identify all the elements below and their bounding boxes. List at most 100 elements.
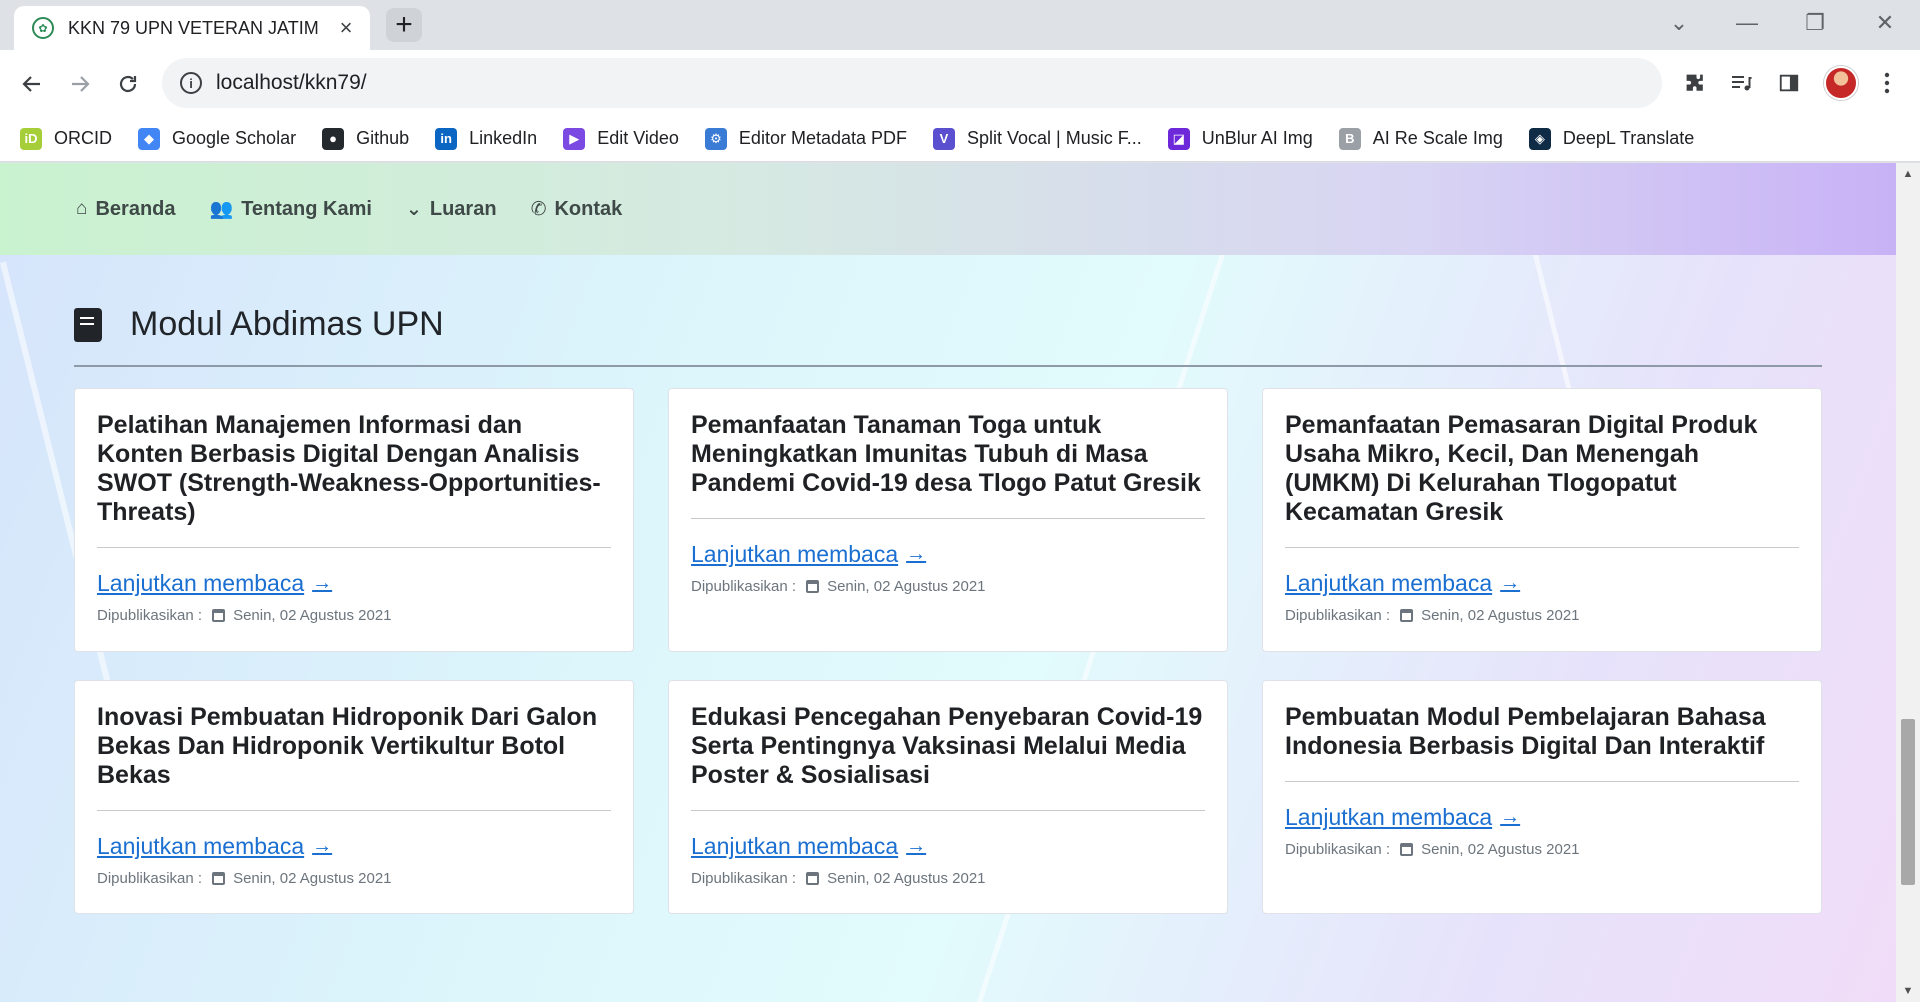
read-more-link[interactable]: Lanjutkan membaca →: [691, 541, 926, 568]
tab-close-button[interactable]: ×: [334, 15, 358, 41]
scroll-down-arrow-icon[interactable]: ▼: [1896, 980, 1920, 1002]
card-divider: [691, 518, 1205, 519]
github-icon: ●: [322, 127, 345, 150]
published-label: Dipublikasikan :: [97, 607, 203, 624]
card-title[interactable]: Pembuatan Modul Pembelajaran Bahasa Indo…: [1285, 703, 1799, 761]
bookmark-item[interactable]: ◪ UnBlur AI Img: [1167, 127, 1313, 150]
read-more-link[interactable]: Lanjutkan membaca →: [97, 833, 332, 860]
read-more-link[interactable]: Lanjutkan membaca →: [1285, 804, 1520, 831]
scroll-up-arrow-icon[interactable]: ▲: [1896, 163, 1920, 185]
section-divider: [74, 365, 1822, 367]
card-title[interactable]: Pelatihan Manajemen Informasi dan Konten…: [97, 411, 611, 527]
published-label: Dipublikasikan :: [691, 870, 797, 887]
bookmark-item[interactable]: ◆ Google Scholar: [138, 127, 296, 150]
url-text[interactable]: localhost/kkn79/: [216, 71, 367, 95]
calendar-icon: [212, 609, 226, 622]
article-card: Pemanfaatan Tanaman Toga untuk Meningkat…: [668, 388, 1228, 652]
card-meta: Dipublikasikan : Senin, 02 Agustus 2021: [691, 578, 1205, 595]
site-nav-label: Kontak: [554, 197, 623, 220]
close-window-button[interactable]: ✕: [1860, 8, 1910, 38]
published-label: Dipublikasikan :: [1285, 607, 1391, 624]
site-nav-label: Luaran: [429, 197, 497, 220]
extensions-icon[interactable]: [1680, 68, 1710, 98]
bookmark-item[interactable]: ◈ DeepL Translate: [1528, 127, 1694, 150]
page-scrollbar[interactable]: ▲ ▼: [1896, 163, 1920, 1002]
card-title[interactable]: Inovasi Pembuatan Hidroponik Dari Galon …: [97, 703, 611, 790]
site-info-icon[interactable]: i: [180, 72, 202, 94]
scroll-thumb[interactable]: [1901, 719, 1915, 885]
bookmark-item[interactable]: in LinkedIn: [435, 127, 538, 150]
calendar-icon: [212, 872, 226, 885]
chevron-down-icon: ⌄: [405, 198, 422, 220]
tab-search-button[interactable]: ⌄: [1654, 8, 1704, 38]
side-panel-icon[interactable]: [1774, 68, 1804, 98]
rescale-icon: B: [1338, 127, 1361, 150]
card-title[interactable]: Pemanfaatan Tanaman Toga untuk Meningkat…: [691, 411, 1205, 498]
published-label: Dipublikasikan :: [691, 578, 797, 595]
reload-button[interactable]: [108, 64, 148, 104]
profile-avatar[interactable]: [1824, 66, 1858, 100]
card-meta: Dipublikasikan : Senin, 02 Agustus 2021: [1285, 607, 1799, 624]
card-meta: Dipublikasikan : Senin, 02 Agustus 2021: [97, 607, 611, 624]
back-button[interactable]: [12, 64, 52, 104]
published-date: Senin, 02 Agustus 2021: [233, 870, 392, 887]
browser-tab[interactable]: ✿ KKN 79 UPN VETERAN JATIM ×: [14, 6, 370, 50]
read-more-link[interactable]: Lanjutkan membaca →: [97, 570, 332, 597]
published-date: Senin, 02 Agustus 2021: [1421, 841, 1580, 858]
read-more-label: Lanjutkan membaca: [97, 570, 305, 596]
article-card: Pemanfaatan Pemasaran Digital Produk Usa…: [1262, 388, 1822, 652]
bookmark-label: UnBlur AI Img: [1201, 128, 1313, 148]
users-icon: 👥: [209, 199, 234, 220]
card-meta: Dipublikasikan : Senin, 02 Agustus 2021: [1285, 841, 1799, 858]
arrow-right-icon: →: [312, 572, 333, 594]
site-navbar: ⌂ Beranda 👥 Tentang Kami ⌄ Luaran ✆ Kontak: [0, 163, 1896, 255]
minimize-button[interactable]: —: [1722, 8, 1772, 38]
restore-button[interactable]: ❐: [1790, 8, 1840, 38]
arrow-left-icon: [22, 76, 40, 92]
arrow-right-icon: →: [1500, 572, 1521, 594]
site-nav-label: Beranda: [95, 197, 176, 220]
section-header: Modul Abdimas UPN: [74, 305, 444, 344]
card-title[interactable]: Pemanfaatan Pemasaran Digital Produk Usa…: [1285, 411, 1799, 527]
arrow-right-icon: →: [1500, 806, 1521, 828]
bookmark-item[interactable]: ⚙ Editor Metadata PDF: [704, 127, 907, 150]
read-more-link[interactable]: Lanjutkan membaca →: [691, 833, 926, 860]
split-vocal-icon: V: [933, 127, 955, 150]
bookmark-label: LinkedIn: [469, 128, 538, 148]
card-title[interactable]: Edukasi Pencegahan Penyebaran Covid-19 S…: [691, 703, 1205, 790]
bookmark-item[interactable]: V Split Vocal | Music F...: [933, 127, 1142, 150]
bookmark-item[interactable]: ● Github: [322, 127, 410, 150]
browser-toolbar: i localhost/kkn79/: [0, 50, 1920, 145]
site-nav-item[interactable]: ⌄ Luaran: [406, 198, 497, 221]
arrow-right-icon: →: [312, 835, 333, 857]
menu-kebab-icon[interactable]: [1872, 68, 1902, 98]
read-more-label: Lanjutkan membaca: [1285, 804, 1493, 830]
site-nav-item[interactable]: ✆ Kontak: [531, 198, 623, 221]
site-nav-item[interactable]: ⌂ Beranda: [76, 198, 176, 221]
metadata-pdf-icon: ⚙: [704, 127, 727, 150]
address-bar[interactable]: i localhost/kkn79/: [162, 58, 1662, 108]
site-nav-item[interactable]: 👥 Tentang Kami: [210, 197, 372, 221]
new-tab-button[interactable]: +: [386, 8, 422, 42]
card-meta: Dipublikasikan : Senin, 02 Agustus 2021: [97, 870, 611, 887]
bookmark-item[interactable]: B AI Re Scale Img: [1338, 127, 1503, 150]
phone-icon: ✆: [530, 198, 547, 220]
article-card: Inovasi Pembuatan Hidroponik Dari Galon …: [74, 680, 634, 914]
bookmark-label: Github: [356, 128, 410, 148]
article-card: Pelatihan Manajemen Informasi dan Konten…: [74, 388, 634, 652]
read-more-link[interactable]: Lanjutkan membaca →: [1285, 570, 1520, 597]
bookmark-label: Edit Video: [597, 128, 679, 148]
media-control-icon[interactable]: [1726, 68, 1756, 98]
page-viewport: ⌂ Beranda 👥 Tentang Kami ⌄ Luaran ✆ Kontak Modu…: [0, 163, 1920, 1002]
book-icon: [74, 307, 102, 342]
linkedin-icon: in: [435, 127, 458, 150]
google-scholar-icon: ◆: [138, 127, 160, 150]
card-meta: Dipublikasikan : Senin, 02 Agustus 2021: [691, 870, 1205, 887]
bookmark-label: Split Vocal | Music F...: [967, 128, 1142, 148]
bookmark-label: Editor Metadata PDF: [738, 128, 907, 148]
tab-title: KKN 79 UPN VETERAN JATIM: [68, 17, 319, 38]
calendar-icon: [806, 872, 820, 885]
bookmark-item[interactable]: iD ORCID: [20, 127, 112, 150]
bookmark-item[interactable]: ▶ Edit Video: [563, 127, 679, 150]
forward-button[interactable]: [60, 64, 100, 104]
